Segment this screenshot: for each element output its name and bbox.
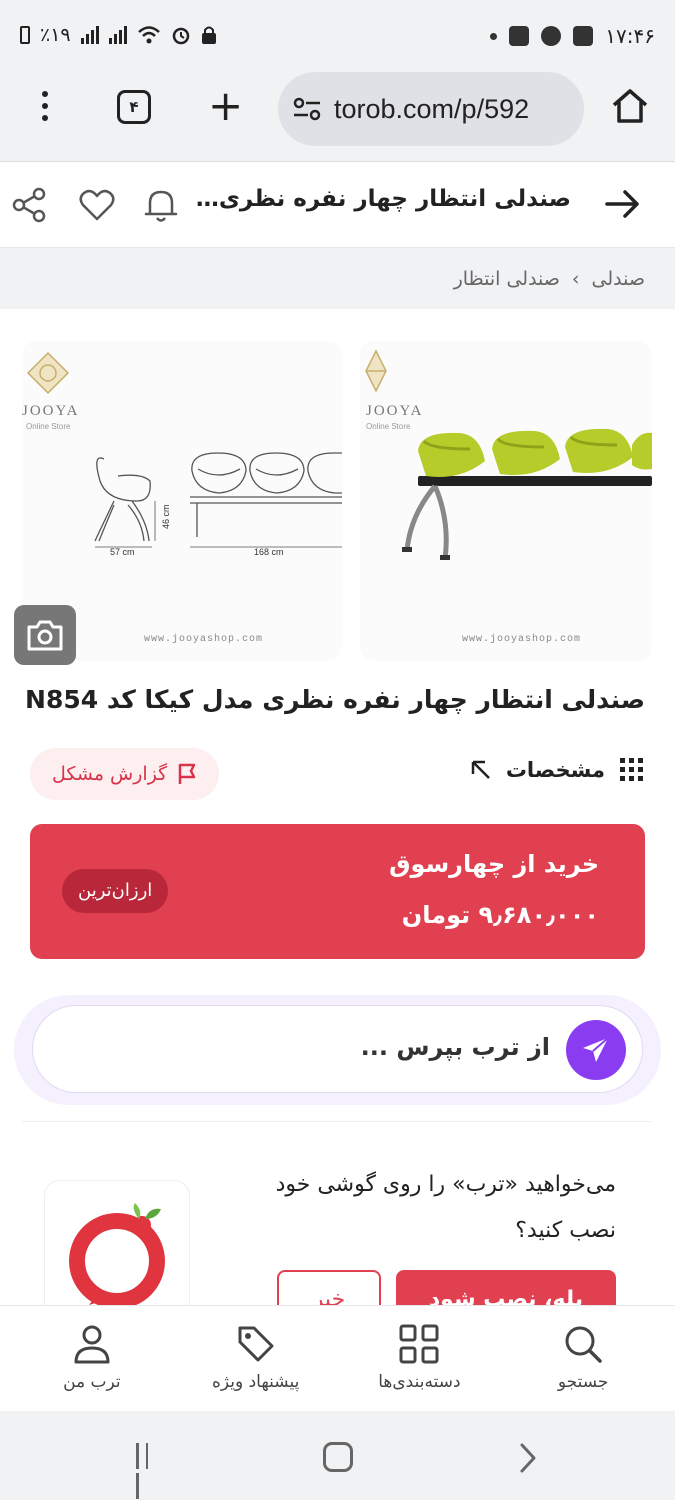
green-seat — [565, 428, 633, 473]
search-icon — [565, 1326, 602, 1363]
user-icon — [74, 1325, 110, 1364]
tab-count-button[interactable]: ۴ — [117, 90, 151, 124]
product-image-photo[interactable]: JOOYA Online Store www.jooyashop.com — [360, 341, 652, 661]
address-bar[interactable]: torob.com/p/592 — [278, 72, 584, 146]
nav-label-categories[interactable]: دسته‌بندی‌ها — [378, 1372, 460, 1392]
ask-placeholder[interactable]: از ترب بپرس ... — [361, 1033, 550, 1061]
green-seat — [492, 430, 560, 475]
specs-link[interactable]: مشخصات — [470, 757, 645, 783]
breadcrumb-item-waiting-chair[interactable]: صندلی انتظار — [454, 268, 560, 290]
product-content: JOOYA Online Store www.jooyashop.com JOO… — [0, 309, 675, 1330]
buy-offer-button[interactable]: خرید از چهارسوق ۹٫۶۸۰٫۰۰۰ تومان ارزان‌تر… — [30, 824, 645, 959]
recent-apps-icon[interactable] — [136, 1443, 164, 1499]
bottom-nav: جستجو دسته‌بندی‌ها پیشنهاد ویژه ترب من — [0, 1305, 675, 1411]
browser-toolbar: ۴ + torob.com/p/592 — [0, 70, 675, 162]
tag-icon — [238, 1326, 274, 1362]
image-gallery[interactable]: JOOYA Online Store www.jooyashop.com JOO… — [22, 341, 652, 661]
watermark-text: www.jooyashop.com — [144, 633, 263, 645]
new-tab-button[interactable]: + — [208, 82, 243, 130]
cheapest-badge: ارزان‌ترین — [62, 869, 169, 913]
share-icon[interactable] — [8, 184, 50, 226]
alarm-icon — [172, 27, 189, 45]
notification-dot-icon — [490, 32, 498, 40]
system-home-icon[interactable] — [323, 1442, 353, 1472]
clock: ۱۷:۴۶ — [605, 24, 655, 48]
system-nav-bar — [0, 1411, 675, 1500]
status-right: ۱۷:۴۶ — [490, 24, 655, 48]
dim-width: 57 cm — [110, 547, 135, 557]
brand-ornament-icon — [365, 349, 387, 393]
site-settings-icon[interactable] — [292, 96, 322, 122]
report-label[interactable]: گزارش مشکل — [52, 763, 167, 785]
arrow-up-left-icon — [471, 760, 490, 779]
buy-store-label: خرید از چهارسوق — [389, 850, 599, 878]
send-button[interactable] — [566, 1020, 626, 1080]
url-text[interactable]: torob.com/p/592 — [334, 94, 529, 125]
battery-percent: ٪۱۹ — [40, 24, 71, 46]
product-title: صندلی انتظار چهار نفره نظری مدل کیکا کد … — [25, 685, 645, 714]
battery-icon — [20, 26, 30, 44]
flag-icon — [178, 763, 196, 784]
signal-icon-2 — [108, 26, 127, 44]
brand-text: JOOYA — [22, 403, 80, 419]
report-problem-button[interactable]: گزارش مشکل — [30, 748, 220, 800]
menu-icon[interactable] — [32, 88, 58, 128]
check-app-icon — [509, 26, 530, 46]
nav-label-search[interactable]: جستجو — [558, 1372, 609, 1392]
send-icon — [583, 1037, 609, 1062]
lock-icon — [201, 26, 216, 44]
heart-icon[interactable] — [76, 184, 118, 226]
ask-torob-input[interactable]: از ترب بپرس ... — [32, 1005, 643, 1093]
grid-dots-icon — [620, 758, 643, 781]
camera-search-button[interactable] — [14, 605, 76, 665]
buy-price: ۹٫۶۸۰٫۰۰۰ تومان — [401, 901, 599, 929]
breadcrumb-item-chair[interactable]: صندلی — [592, 268, 645, 290]
install-question: می‌خواهید «ترب» را روی گوشی خود نصب کنید… — [275, 1172, 616, 1243]
status-left: ٪۱۹ — [20, 24, 217, 46]
brand-sub: Online Store — [366, 422, 411, 431]
page-header: صندلی انتظار چهار نفره نظری مد... — [0, 162, 675, 248]
ask-glow: از ترب بپرس ... — [14, 995, 661, 1105]
wifi-icon — [137, 26, 160, 44]
grid-icon — [399, 1324, 439, 1364]
green-seat — [418, 432, 485, 477]
breadcrumb-separator: › — [571, 268, 580, 290]
nav-item-search[interactable]: جستجو — [508, 1306, 658, 1411]
dim-length: 168 cm — [254, 547, 284, 557]
nav-item-categories[interactable]: دسته‌بندی‌ها — [344, 1306, 494, 1411]
browser-app-icon — [541, 26, 562, 46]
specs-label[interactable]: مشخصات — [506, 758, 605, 782]
bell-icon[interactable] — [140, 184, 182, 226]
nav-item-profile[interactable]: ترب من — [17, 1306, 167, 1411]
install-app-card: می‌خواهید «ترب» را روی گوشی خود نصب کنید… — [22, 1121, 652, 1330]
watermark-text: www.jooyashop.com — [462, 633, 581, 645]
back-arrow-icon[interactable] — [603, 184, 643, 224]
nav-label-profile[interactable]: ترب من — [63, 1372, 121, 1392]
brand-ornament-icon — [26, 351, 70, 395]
gallery-app-icon — [573, 26, 594, 46]
signal-icon — [80, 26, 99, 44]
page-title: صندلی انتظار چهار نفره نظری مد... — [191, 186, 571, 212]
status-bar: ٪۱۹ ۱۷:۴۶ — [0, 0, 675, 70]
breadcrumb: صندلی › صندلی انتظار — [0, 249, 675, 309]
nav-item-deals[interactable]: پیشنهاد ویژه — [181, 1306, 331, 1411]
brand-sub: Online Store — [26, 422, 71, 431]
home-icon[interactable] — [610, 86, 650, 126]
camera-icon — [27, 620, 63, 651]
brand-text: JOOYA — [366, 403, 424, 419]
system-back-icon[interactable] — [512, 1441, 542, 1475]
dim-height: 46 cm — [161, 504, 171, 529]
nav-label-deals[interactable]: پیشنهاد ویژه — [212, 1372, 299, 1392]
